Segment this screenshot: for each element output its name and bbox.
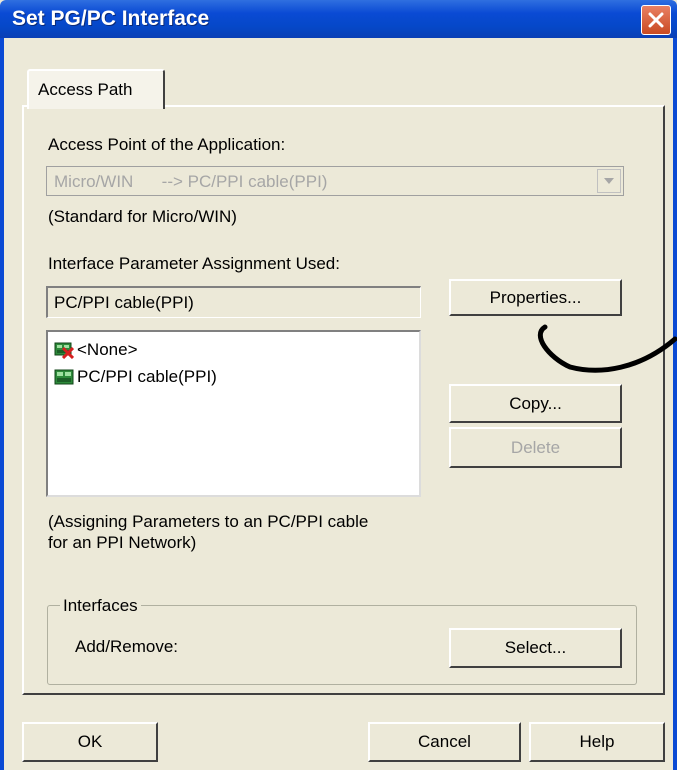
interfaces-group-legend: Interfaces <box>60 596 141 616</box>
cancel-button[interactable]: Cancel <box>368 722 521 762</box>
delete-button[interactable]: Delete <box>449 427 622 468</box>
window-title: Set PG/PC Interface <box>12 7 210 30</box>
close-button[interactable] <box>641 5 671 35</box>
dropdown-button[interactable] <box>597 169 621 193</box>
access-point-value: Micro/WIN --> PC/PPI cable(PPI) <box>54 172 328 191</box>
hand-drawn-annotation-stroke <box>537 324 677 373</box>
interface-param-value: PC/PPI cable(PPI) <box>54 293 194 312</box>
interface-list[interactable]: <None> PC/PPI cable(PPI) <box>46 330 421 497</box>
access-point-select[interactable]: Micro/WIN --> PC/PPI cable(PPI) <box>46 166 624 196</box>
interface-param-label: Interface Parameter Assignment Used: <box>48 254 340 273</box>
copy-button[interactable]: Copy... <box>449 384 622 423</box>
list-item-label: PC/PPI cable(PPI) <box>77 367 217 386</box>
help-button[interactable]: Help <box>529 722 665 762</box>
list-item-none[interactable]: <None> <box>54 339 138 361</box>
add-remove-label: Add/Remove: <box>75 637 178 656</box>
access-point-note: (Standard for Micro/WIN) <box>48 207 237 226</box>
ok-button[interactable]: OK <box>22 722 158 762</box>
window-frame-left <box>0 38 4 770</box>
tab-label: Access Path <box>38 80 133 99</box>
select-button[interactable]: Select... <box>449 628 622 668</box>
list-item-label: <None> <box>77 340 138 359</box>
interface-description-line1: (Assigning Parameters to an PC/PPI cable <box>48 512 369 531</box>
window-frame-right <box>673 38 677 770</box>
pc-ppi-cable-icon <box>54 369 74 385</box>
properties-button[interactable]: Properties... <box>449 279 622 316</box>
list-item-pc-ppi-cable[interactable]: PC/PPI cable(PPI) <box>54 366 217 388</box>
chevron-down-icon <box>604 178 614 184</box>
tab-access-path[interactable]: Access Path <box>27 69 165 109</box>
interface-description-line2: for an PPI Network) <box>48 533 197 552</box>
title-bar: Set PG/PC Interface <box>0 0 677 38</box>
none-interface-icon <box>54 342 74 359</box>
access-point-label: Access Point of the Application: <box>48 135 286 154</box>
close-icon <box>648 12 664 28</box>
interface-param-field: PC/PPI cable(PPI) <box>46 286 421 318</box>
